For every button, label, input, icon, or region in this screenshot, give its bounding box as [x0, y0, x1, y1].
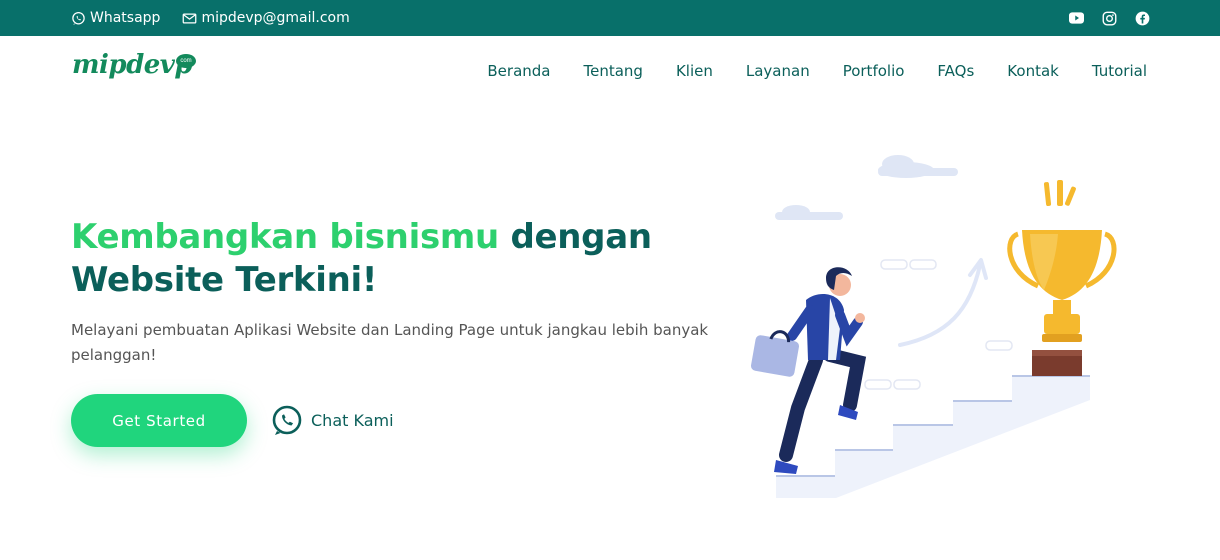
nav-layanan[interactable]: Layanan	[746, 62, 810, 80]
businessman	[751, 267, 867, 474]
cloud-left	[775, 205, 843, 220]
envelope-icon	[183, 13, 197, 23]
nav-tutorial[interactable]: Tutorial	[1092, 62, 1147, 80]
site-logo[interactable]: mipdevp com	[72, 50, 202, 92]
instagram-icon[interactable]	[1102, 11, 1117, 26]
chat-label: Chat Kami	[311, 411, 394, 430]
get-started-button[interactable]: Get Started	[71, 394, 247, 447]
nav-klien[interactable]: Klien	[676, 62, 713, 80]
cloud-top	[878, 155, 958, 178]
top-bar: Whatsapp mipdevp@gmail.com	[0, 0, 1220, 36]
nav-faqs[interactable]: FAQs	[937, 62, 974, 80]
site-header: mipdevp com Beranda Tentang Klien Layana…	[0, 36, 1220, 106]
hero-illustration	[751, 155, 1117, 498]
hero-title-highlight: Kembangkan bisnismu	[71, 217, 499, 257]
logo-badge: com	[176, 54, 196, 68]
hero-title-part-2: Website Terkini!	[71, 260, 378, 300]
wall-bricks	[864, 259, 1013, 390]
email-link[interactable]: mipdevp@gmail.com	[182, 10, 350, 26]
logo-wordmark: mipdevp	[72, 50, 193, 80]
email-label: mipdevp@gmail.com	[201, 10, 350, 26]
chat-button[interactable]: Chat Kami	[271, 404, 394, 437]
hero-subtitle: Melayani pembuatan Aplikasi Website dan …	[71, 321, 709, 364]
nav-portfolio[interactable]: Portfolio	[843, 62, 905, 80]
hero-title-part-1: dengan	[498, 217, 652, 257]
whatsapp-icon	[72, 11, 85, 25]
youtube-icon[interactable]	[1069, 12, 1084, 24]
staircase	[776, 375, 1090, 498]
whatsapp-icon	[272, 405, 302, 435]
trophy	[1007, 180, 1117, 376]
social-links	[1051, 0, 1150, 36]
nav-beranda[interactable]: Beranda	[487, 62, 550, 80]
nav-tentang[interactable]: Tentang	[584, 62, 643, 80]
hero-title: Kembangkan bisnismu dengan Website Terkin…	[71, 216, 711, 302]
whatsapp-label: Whatsapp	[90, 10, 161, 26]
facebook-icon[interactable]	[1135, 11, 1150, 26]
nav-kontak[interactable]: Kontak	[1007, 62, 1059, 80]
contact-info: Whatsapp mipdevp@gmail.com	[71, 0, 372, 36]
growth-arrow	[898, 263, 982, 347]
main-nav: Beranda Tentang Klien Layanan Portfolio …	[454, 36, 1147, 106]
whatsapp-link[interactable]: Whatsapp	[71, 10, 160, 26]
